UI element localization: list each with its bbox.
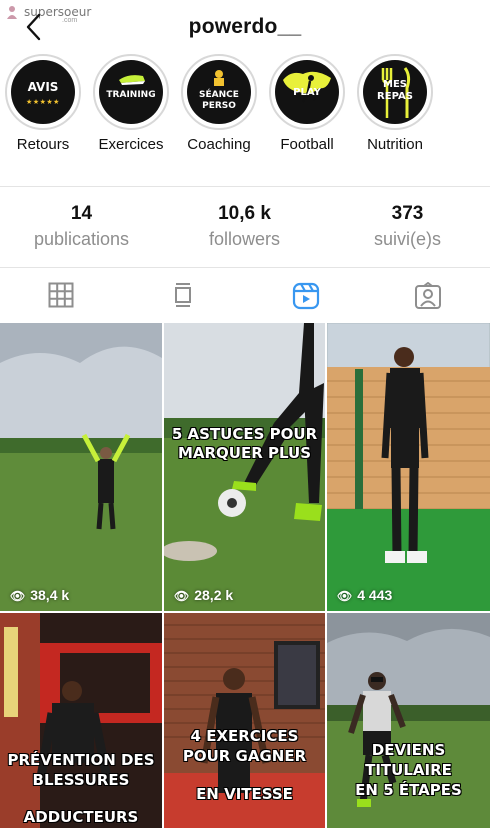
highlight-ring: MES REPAS [357,54,433,130]
stat-value: 373 [391,203,424,224]
post-caption-line1: PRÉVENTION DES [7,751,155,769]
story-highlights: AVIS ★★★★★ Retours TRAINING Exercices SÉ… [0,54,490,166]
highlight-badge-line2: PERSO [202,101,236,111]
post-caption-line1: 5 ASTUCES POUR [171,425,318,443]
post-caption-line2: TITULAIRE [365,761,452,779]
eye-icon: 👁 [10,589,26,603]
view-count-value: 28,2 k [194,587,234,603]
highlight-badge: TRAINING [106,90,156,100]
profile-stats: 14 publications 10,6 k followers 373 sui… [0,186,490,268]
highlight-badge: PLAY [293,87,321,98]
eye-icon: 👁 [337,589,353,603]
highlight-cover: MES REPAS [363,60,427,124]
highlight-cover: AVIS ★★★★★ [11,60,75,124]
post-caption-line2: MARQUER PLUS [177,444,312,462]
reel-post-2[interactable]: 5 ASTUCES POUR MARQUER PLUS 👁 28,2 k [164,323,325,611]
reel-post-6[interactable]: DEVIENS TITULAIRE EN 5 ÉTAPES [327,613,490,828]
post-caption-line3: EN VITESSE [196,785,293,803]
tab-reels[interactable] [244,268,366,323]
post-caption-line3: EN 5 ÉTAPES [355,781,462,799]
highlight-ring: SÉANCE PERSO [181,54,257,130]
view-count: 👁 4 443 [337,587,392,603]
reels-icon [292,282,320,310]
highlight-label: Nutrition [367,136,423,153]
stat-label: publications [33,229,130,249]
view-count: 👁 28,2 k [174,587,233,603]
highlight-badge-line1: MES [383,79,407,90]
reels-grid: 👁 38,4 k 5 ASTUCES POUR MARQUER PLUS 👁 28,… [0,323,490,828]
post-thumbnail [164,323,325,611]
post-caption-line2: BLESSURES [32,771,130,789]
highlight-ring: PLAY [269,54,345,130]
star-rating-icon: ★★★★★ [26,99,60,106]
view-count-value: 4 443 [357,587,393,603]
stat-following[interactable]: 373 suivi(e)s [326,203,489,250]
stat-value: 14 [70,203,93,224]
stat-label: followers [208,229,281,249]
tagged-icon [415,282,441,309]
tab-tagged[interactable] [366,268,488,323]
post-caption-line1: DEVIENS [371,741,446,759]
highlight-badge: AVIS [27,80,59,94]
stat-followers[interactable]: 10,6 k followers [163,203,326,250]
reel-post-5[interactable]: 4 EXERCICES POUR GAGNER EN VITESSE [164,613,325,828]
post-caption-line2: POUR GAGNER [182,747,307,765]
highlight-ring: TRAINING [93,54,169,130]
stat-value: 10,6 k [218,203,271,224]
post-caption-line3: ADDUCTEURS [23,808,139,826]
stat-label: suivi(e)s [373,229,441,249]
post-thumbnail [327,323,490,611]
post-caption-line1: 4 EXERCICES [190,727,299,745]
highlight-badge-line2: REPAS [377,91,413,102]
eye-icon: 👁 [174,589,190,603]
view-count-value: 38,4 k [30,587,70,603]
profile-username: powerdo__ [188,15,302,38]
highlight-cover: PLAY [275,60,339,124]
reel-post-4[interactable]: PRÉVENTION DES BLESSURES ADDUCTEURS [0,613,162,828]
reel-post-3[interactable]: 👁 4 443 [327,323,490,611]
highlight-ring: AVIS ★★★★★ [5,54,81,130]
post-thumbnail [0,613,162,828]
post-thumbnail [0,323,162,611]
profile-header: supersoeur .com powerdo__ [0,0,490,56]
tab-guides[interactable] [122,268,244,323]
highlight-cover: TRAINING [99,60,163,124]
grid-icon [48,282,74,308]
reel-post-1[interactable]: 👁 38,4 k [0,323,162,611]
tab-grid[interactable] [0,268,122,323]
highlight-badge-line1: SÉANCE [199,90,239,100]
profile-tabs [0,268,490,323]
view-count: 👁 38,4 k [10,587,69,603]
guide-icon [175,283,191,307]
highlight-cover: SÉANCE PERSO [187,60,251,124]
stat-publications[interactable]: 14 publications [0,203,163,250]
